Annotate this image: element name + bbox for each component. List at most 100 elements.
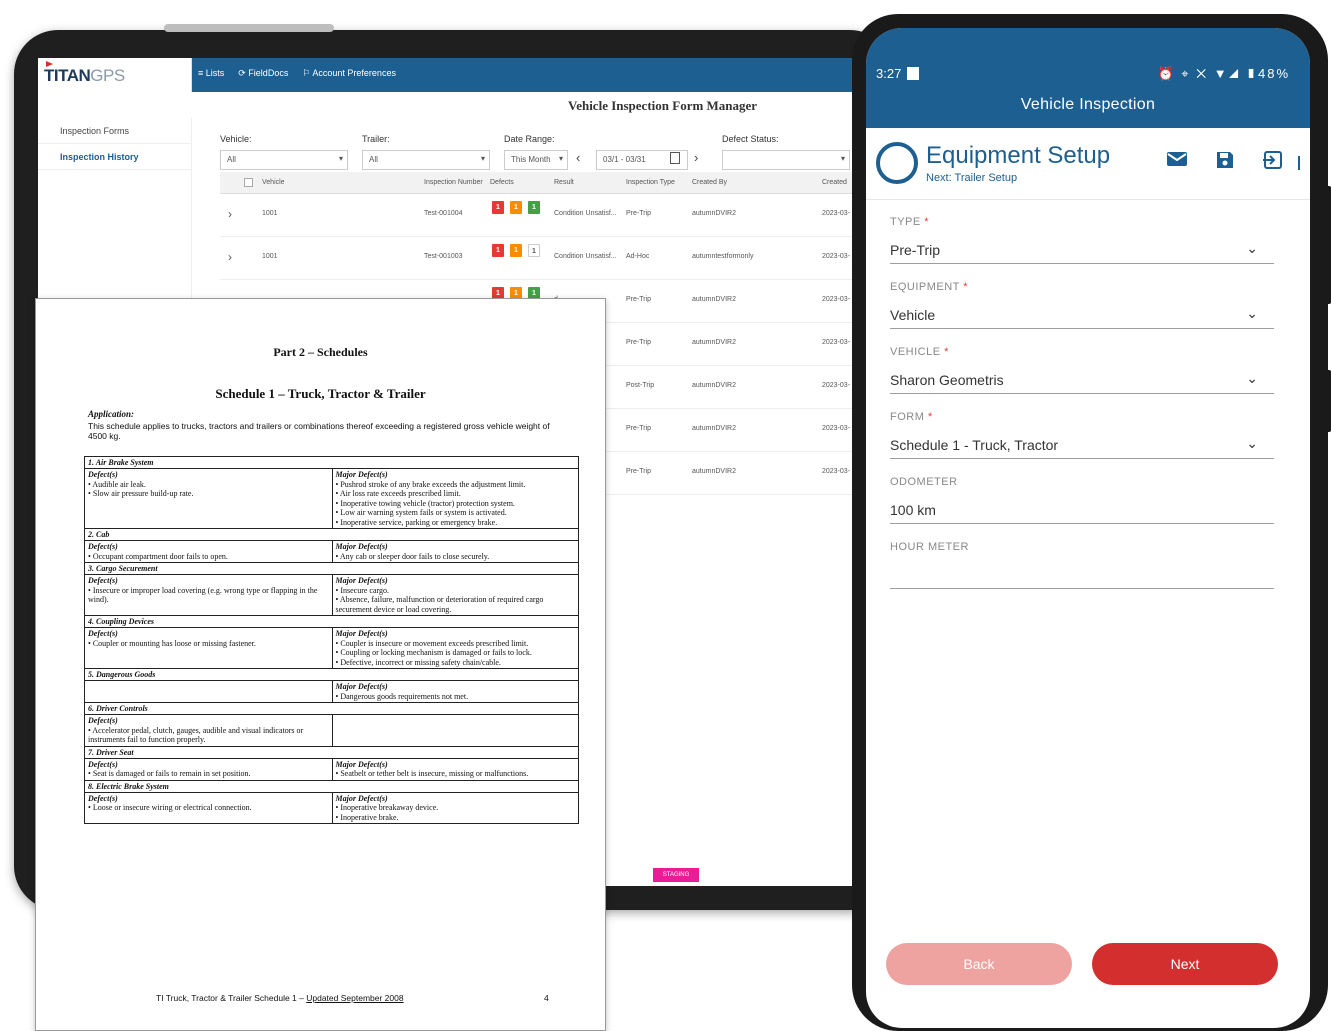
field-value[interactable]: 100 km: [890, 502, 1274, 524]
defects-column: Defect(s)Loose or insecure wiring or ele…: [85, 793, 332, 824]
col-created[interactable]: Created: [822, 179, 847, 186]
field-label: TYPE *: [890, 216, 930, 228]
save-icon[interactable]: [1214, 150, 1236, 170]
defect-count-badge[interactable]: 1: [510, 201, 522, 214]
col-inspection-type[interactable]: Inspection Type: [626, 179, 675, 186]
chevron-down-icon[interactable]: ⌄: [1246, 305, 1258, 322]
field-value[interactable]: Pre-Trip ⌄: [890, 240, 1274, 264]
form-field-odometer[interactable]: ODOMETER 100 km: [890, 476, 1274, 524]
cell-created-by: autumnDVIR2: [692, 210, 736, 217]
app-bar: 3:27 ⏰ ⌖ ✕ ▼◢ ▮48% Vehicle Inspection: [866, 28, 1310, 128]
chevron-down-icon[interactable]: ⌄: [1246, 240, 1258, 257]
cell-created: 2023-03-: [822, 425, 851, 432]
cell-result: Condition Unsatisf...: [554, 253, 617, 260]
expand-row-icon[interactable]: ›: [228, 250, 232, 264]
required-asterisk: *: [944, 346, 949, 358]
field-value[interactable]: [890, 567, 1274, 589]
col-created-by[interactable]: Created By: [692, 179, 727, 186]
status-icons: ⏰ ⌖ ✕ ▼◢ ▮48%: [1157, 66, 1290, 81]
col-inspection-number[interactable]: Inspection Number: [424, 179, 483, 186]
date-prev-icon[interactable]: ‹: [576, 150, 580, 165]
major-defects-heading: Major Defect(s): [335, 793, 388, 803]
cell-created-by: autumnDVIR2: [692, 382, 736, 389]
cell-created: 2023-03-: [822, 210, 851, 217]
required-asterisk: *: [924, 216, 930, 228]
application-label: Application:: [88, 409, 135, 419]
defects-heading: Defect(s): [88, 759, 118, 769]
overflow-edge: [1298, 156, 1300, 170]
defect-count-badge[interactable]: 1: [528, 244, 540, 257]
col-defects[interactable]: Defects: [490, 179, 514, 186]
major-defect-item: Defective, incorrect or missing safety c…: [336, 658, 576, 668]
footer-updated: Updated September 2008: [306, 993, 404, 1003]
major-defects-column: Major Defect(s)Seatbelt or tether belt i…: [331, 758, 579, 780]
cell-created-by: autumnDVIR2: [692, 339, 736, 346]
cell-created-by: autumntestformonly: [692, 253, 754, 260]
defect-count-badge[interactable]: 1: [492, 244, 504, 257]
field-value[interactable]: Schedule 1 - Truck, Tractor ⌄: [890, 435, 1274, 459]
back-button[interactable]: Back: [886, 943, 1072, 985]
mail-icon[interactable]: [1166, 150, 1188, 170]
form-field-equipment[interactable]: EQUIPMENT * Vehicle ⌄: [890, 281, 1274, 329]
chevron-down-icon[interactable]: ⌄: [1246, 370, 1258, 387]
section-title: 6. Driver Controls: [85, 703, 578, 715]
date-range-select[interactable]: This Month: [504, 150, 568, 170]
nav-account-preferences[interactable]: ⚐ Account Preferences: [302, 68, 396, 79]
field-value[interactable]: Sharon Geometris ⌄: [890, 370, 1274, 394]
cell-inspection-type: Post-Trip: [626, 382, 655, 389]
next-button[interactable]: Next: [1092, 943, 1278, 985]
col-result[interactable]: Result: [554, 179, 574, 186]
select-all-checkbox[interactable]: [244, 178, 253, 187]
sidebar-item-inspection-history[interactable]: Inspection History: [38, 144, 191, 170]
exit-icon[interactable]: [1262, 150, 1284, 170]
schedule-section: 5. Dangerous GoodsMajor Defect(s)Dangero…: [85, 668, 578, 702]
date-next-icon[interactable]: ›: [694, 150, 698, 165]
major-defect-item: Inoperative service, parking or emergenc…: [336, 518, 576, 528]
defect-item: Loose or insecure wiring or electrical c…: [88, 803, 329, 813]
schedule-title: Schedule 1 – Truck, Tractor & Trailer: [215, 386, 426, 401]
defects-heading: Defect(s): [88, 793, 118, 803]
nav-fielddocs[interactable]: ⟳ FieldDocs: [238, 68, 288, 79]
defect-item: Insecure or improper load covering (e.g.…: [88, 586, 329, 605]
major-defect-item: Inoperative towing vehicle (tractor) pro…: [336, 499, 576, 509]
table-row[interactable]: › 1001 Test-001004 1 1 1 Condition Unsatisf...…: [220, 194, 868, 237]
defect-item: Audible air leak.: [88, 480, 329, 490]
field-label: HOUR METER: [890, 541, 969, 553]
sidebar-item-inspection-forms[interactable]: Inspection Forms: [38, 118, 191, 144]
table-header: Vehicle Inspection Number Defects Result…: [220, 172, 868, 194]
cell-created: 2023-03-: [822, 339, 851, 346]
chevron-down-icon[interactable]: ⌄: [1246, 435, 1258, 452]
defect-count-badge[interactable]: 1: [510, 244, 522, 257]
form-field-form[interactable]: FORM * Schedule 1 - Truck, Tractor ⌄: [890, 411, 1274, 459]
form-field-hour-meter[interactable]: HOUR METER: [890, 541, 1274, 589]
step-header: Equipment Setup Next: Trailer Setup: [866, 128, 1310, 200]
table-row[interactable]: › 1001 Test-001003 1 1 1 Condition Unsatisf...…: [220, 237, 868, 280]
top-nav: ≡ Lists ⟳ FieldDocs ⚐ Account Preference…: [198, 68, 396, 79]
expand-row-icon[interactable]: ›: [228, 207, 232, 221]
trailer-filter-select[interactable]: All: [362, 150, 490, 170]
major-defect-item: Inoperative brake.: [336, 813, 576, 823]
section-title: 2. Cab: [85, 529, 578, 541]
nav-lists[interactable]: ≡ Lists: [198, 68, 224, 79]
vehicle-filter-select[interactable]: All: [220, 150, 348, 170]
defect-status-select[interactable]: [722, 150, 850, 170]
major-defects-column: Major Defect(s)Dangerous goods requireme…: [331, 681, 579, 702]
col-vehicle[interactable]: Vehicle: [262, 179, 285, 186]
calendar-icon[interactable]: [670, 152, 680, 164]
schedule-section: 2. CabDefect(s)Occupant compartment door…: [85, 528, 578, 562]
defect-count-badge[interactable]: 1: [492, 201, 504, 214]
defects-column: Defect(s)Audible air leak.Slow air press…: [85, 469, 332, 528]
trailer-filter-label: Trailer:: [362, 134, 390, 144]
defect-count-badge[interactable]: 1: [528, 201, 540, 214]
schedule-section: 4. Coupling DevicesDefect(s)Coupler or m…: [85, 615, 578, 668]
cell-created: 2023-03-: [822, 253, 851, 260]
field-value[interactable]: Vehicle ⌄: [890, 305, 1274, 329]
major-defects-column: [331, 715, 579, 746]
section-title: 8. Electric Brake System: [85, 781, 578, 793]
footer-prefix: TI Truck, Tractor & Trailer Schedule 1 –: [156, 993, 307, 1003]
page-number: 4: [544, 993, 549, 1003]
schedule-section: 7. Driver SeatDefect(s)Seat is damaged o…: [85, 745, 579, 780]
form-field-type[interactable]: TYPE * Pre-Trip ⌄: [890, 216, 1274, 264]
form-field-vehicle[interactable]: VEHICLE * Sharon Geometris ⌄: [890, 346, 1274, 394]
defects-heading: Defect(s): [88, 470, 118, 479]
